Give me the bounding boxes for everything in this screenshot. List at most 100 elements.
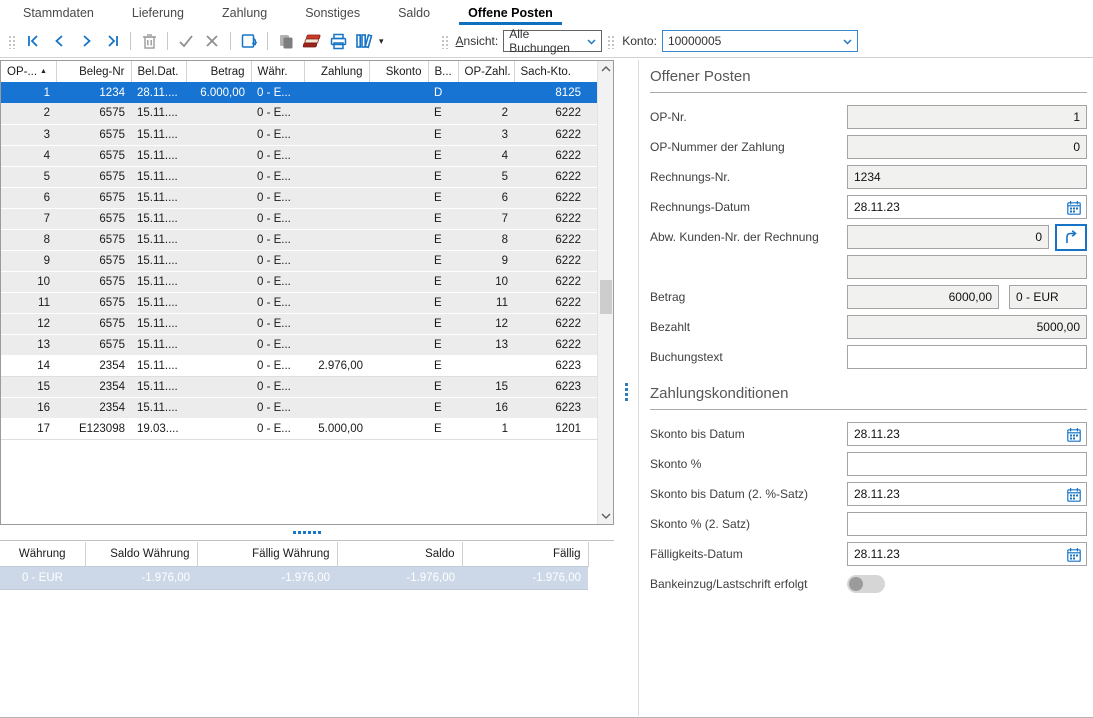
cell[interactable] <box>186 376 251 397</box>
cell[interactable]: E <box>428 355 458 376</box>
cell[interactable]: 3 <box>458 124 514 145</box>
skonto-prozent-2-field[interactable] <box>847 512 1087 536</box>
table-row[interactable]: 12657515.11....0 - E...E126222 <box>1 313 597 334</box>
cell[interactable]: 6575 <box>56 166 131 187</box>
column-header[interactable]: Saldo <box>337 542 462 566</box>
cell[interactable] <box>304 82 369 103</box>
faelligkeits-datum-field[interactable] <box>847 542 1087 566</box>
cell[interactable] <box>186 103 251 124</box>
toolbar-grip-icon[interactable] <box>606 34 616 49</box>
cell[interactable]: 16 <box>458 397 514 418</box>
table-row[interactable]: 16235415.11....0 - E...E166223 <box>1 397 597 418</box>
cell[interactable]: 6575 <box>56 250 131 271</box>
cell[interactable]: 6575 <box>56 229 131 250</box>
cell[interactable]: 6575 <box>56 313 131 334</box>
column-header[interactable]: OP-Zahl. <box>458 61 514 82</box>
cell[interactable]: 17 <box>1 418 56 439</box>
cell[interactable]: 28.11.... <box>131 82 186 103</box>
cell[interactable]: E <box>428 313 458 334</box>
cell[interactable]: 15.11.... <box>131 103 186 124</box>
cell[interactable] <box>304 229 369 250</box>
cell[interactable]: 9 <box>458 250 514 271</box>
cell[interactable]: 15.11.... <box>131 334 186 355</box>
cell[interactable]: 1 <box>458 418 514 439</box>
cell[interactable] <box>369 397 428 418</box>
skonto-bis-datum-2-field[interactable] <box>847 482 1087 506</box>
cell[interactable]: 0 - E... <box>251 250 304 271</box>
column-header[interactable]: Sach-Kto. <box>514 61 597 82</box>
cell[interactable]: E <box>428 187 458 208</box>
column-header[interactable]: Saldo Währung <box>85 542 197 566</box>
cell[interactable]: 2354 <box>56 397 131 418</box>
column-header[interactable]: Währ. <box>251 61 304 82</box>
betrag-field[interactable] <box>847 285 999 309</box>
table-row[interactable]: 17E12309819.03....0 - E...5.000,00E11201 <box>1 418 597 439</box>
cell[interactable]: -1.976,00 <box>197 566 337 589</box>
cell[interactable]: 6223 <box>514 397 597 418</box>
cell[interactable] <box>186 166 251 187</box>
cell[interactable]: 0 - E... <box>251 145 304 166</box>
cell[interactable]: 15.11.... <box>131 355 186 376</box>
cell[interactable]: 6222 <box>514 208 597 229</box>
cell[interactable]: 15.11.... <box>131 271 186 292</box>
previous-record-button[interactable] <box>48 29 72 53</box>
cell[interactable]: 0 - E... <box>251 376 304 397</box>
cell[interactable]: 0 - E... <box>251 292 304 313</box>
tab-lieferung[interactable]: Lieferung <box>130 0 186 25</box>
cell[interactable]: 6575 <box>56 208 131 229</box>
column-header[interactable]: Zahlung <box>304 61 369 82</box>
cancel-button[interactable] <box>200 29 224 53</box>
cell[interactable]: 0 - E... <box>251 313 304 334</box>
cell[interactable]: 0 - E... <box>251 82 304 103</box>
cell[interactable]: 0 - E... <box>251 418 304 439</box>
scroll-up-icon[interactable] <box>598 61 614 77</box>
betrag-waehrung-field[interactable] <box>1009 285 1087 309</box>
cell[interactable]: 7 <box>1 208 56 229</box>
cell[interactable] <box>304 376 369 397</box>
cell[interactable]: 3 <box>1 124 56 145</box>
column-header[interactable]: Bel.Dat. <box>131 61 186 82</box>
cell[interactable]: 6223 <box>514 376 597 397</box>
cell[interactable]: 0 - E... <box>251 187 304 208</box>
cell[interactable]: 15.11.... <box>131 124 186 145</box>
table-row[interactable]: 9657515.11....0 - E...E96222 <box>1 250 597 271</box>
cell[interactable]: 12 <box>1 313 56 334</box>
cell[interactable]: -1.976,00 <box>85 566 197 589</box>
cell[interactable] <box>186 271 251 292</box>
cell[interactable]: 10 <box>1 271 56 292</box>
cell[interactable]: 6222 <box>514 145 597 166</box>
table-row[interactable]: 7657515.11....0 - E...E76222 <box>1 208 597 229</box>
cell[interactable]: 7 <box>458 208 514 229</box>
cell[interactable]: 0 - E... <box>251 229 304 250</box>
abw-kunden-name-field[interactable] <box>847 255 1087 279</box>
cell[interactable]: 15.11.... <box>131 145 186 166</box>
cell[interactable]: 0 - E... <box>251 124 304 145</box>
cell[interactable]: E <box>428 292 458 313</box>
next-record-button[interactable] <box>74 29 98 53</box>
first-record-button[interactable] <box>22 29 46 53</box>
cell[interactable]: 6575 <box>56 187 131 208</box>
cell[interactable]: 8 <box>1 229 56 250</box>
delete-button[interactable] <box>137 29 161 53</box>
rechnungs-nr-field[interactable] <box>847 165 1087 189</box>
konto-combobox[interactable]: 10000005 <box>662 30 858 52</box>
cell[interactable]: 6222 <box>514 124 597 145</box>
op-nr-field[interactable] <box>847 105 1087 129</box>
cell[interactable]: 15.11.... <box>131 229 186 250</box>
scroll-down-icon[interactable] <box>598 508 614 524</box>
cell[interactable] <box>369 271 428 292</box>
cell[interactable]: E123098 <box>56 418 131 439</box>
cell[interactable]: 1 <box>1 82 56 103</box>
confirm-button[interactable] <box>174 29 198 53</box>
cell[interactable] <box>369 82 428 103</box>
journal-button[interactable] <box>300 29 324 53</box>
cell[interactable]: 19.03.... <box>131 418 186 439</box>
cell[interactable] <box>369 145 428 166</box>
cell[interactable] <box>304 145 369 166</box>
cell[interactable]: 6 <box>1 187 56 208</box>
table-row[interactable]: 0 - EUR-1.976,00-1.976,00-1.976,00-1.976… <box>0 566 588 589</box>
cell[interactable]: 15 <box>458 376 514 397</box>
column-header[interactable]: Betrag <box>186 61 251 82</box>
cell[interactable]: 0 - E... <box>251 103 304 124</box>
cell[interactable]: 11 <box>458 292 514 313</box>
